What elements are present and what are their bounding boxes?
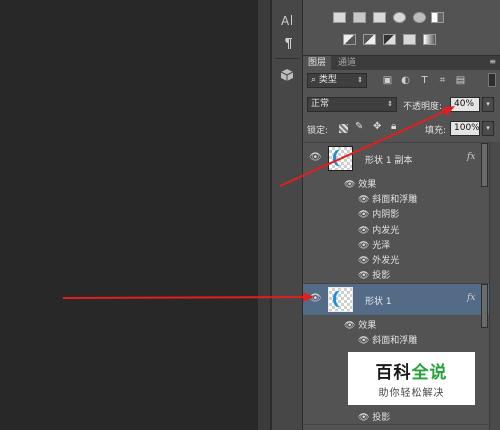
arrow-to-layer-visibility <box>62 292 314 302</box>
arrow-to-opacity <box>279 106 455 187</box>
annotation-arrows <box>62 106 455 302</box>
